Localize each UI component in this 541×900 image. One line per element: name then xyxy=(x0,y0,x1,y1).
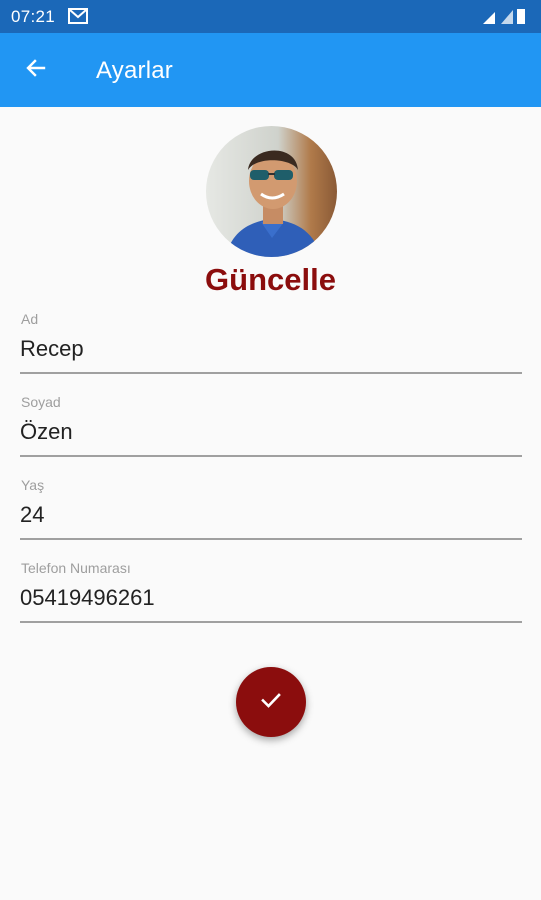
arrow-left-icon xyxy=(24,56,48,85)
status-time: 07:21 xyxy=(11,7,56,26)
first-name-input[interactable] xyxy=(20,333,522,365)
age-label: Yaş xyxy=(21,477,45,493)
save-button[interactable] xyxy=(236,667,306,737)
app-bar: Ayarlar xyxy=(0,33,541,107)
age-field: Yaş xyxy=(20,477,522,547)
phone-underline xyxy=(20,621,522,623)
phone-field: Telefon Numarası xyxy=(20,560,522,630)
status-bar: 07:21 xyxy=(0,0,541,33)
signal-icon xyxy=(483,9,525,24)
page-title: Ayarlar xyxy=(96,57,173,84)
first-name-field: Ad xyxy=(20,311,522,381)
last-name-underline xyxy=(20,455,522,457)
first-name-underline xyxy=(20,372,522,374)
last-name-field: Soyad xyxy=(20,394,522,464)
check-icon xyxy=(258,687,284,718)
last-name-input[interactable] xyxy=(20,416,522,448)
back-button[interactable] xyxy=(14,48,58,92)
signal-icons xyxy=(481,8,527,30)
phone-label: Telefon Numarası xyxy=(21,560,131,576)
phone-input[interactable] xyxy=(20,582,522,614)
avatar[interactable] xyxy=(206,126,337,257)
age-input[interactable] xyxy=(20,499,522,531)
age-underline xyxy=(20,538,522,540)
update-title[interactable]: Güncelle xyxy=(0,262,541,298)
mail-icon xyxy=(68,8,88,29)
first-name-label: Ad xyxy=(21,311,39,327)
last-name-label: Soyad xyxy=(21,394,61,410)
